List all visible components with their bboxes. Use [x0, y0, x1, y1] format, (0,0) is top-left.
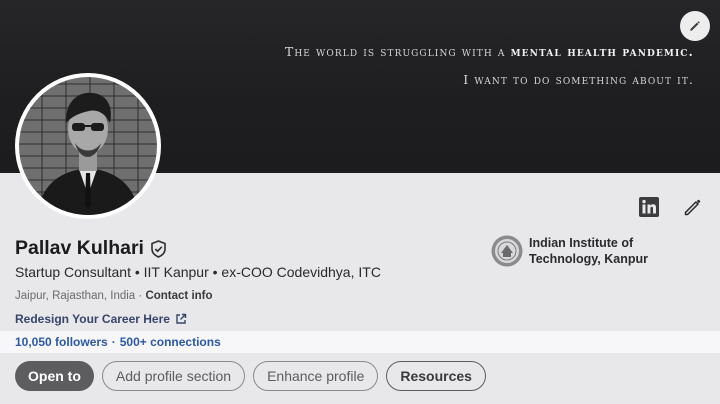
pencil-icon	[684, 199, 701, 216]
banner-quote-line-2: I want to do something about it.	[463, 72, 694, 87]
linkedin-logo-icon	[639, 197, 659, 217]
iit-kanpur-seal-icon	[491, 235, 523, 267]
location-text: Jaipur, Rajasthan, India	[15, 290, 136, 302]
pencil-icon	[690, 21, 700, 31]
education-entry[interactable]: Indian Institute of Technology, Kanpur	[491, 235, 669, 267]
open-to-button[interactable]: Open to	[15, 361, 94, 391]
banner-quote-line-1: The world is struggling with a mental he…	[285, 44, 694, 59]
location-separator: ·	[135, 290, 146, 302]
resources-button[interactable]: Resources	[386, 361, 486, 391]
edit-profile-button[interactable]	[681, 195, 705, 219]
network-stats: 10,050 followers · 500+ connections	[15, 335, 221, 349]
website-link-label: Redesign Your Career Here	[15, 312, 170, 326]
verified-shield-icon[interactable]	[150, 239, 167, 258]
profile-name: Pallav Kulhari	[15, 237, 144, 259]
avatar[interactable]	[15, 73, 161, 219]
banner-quote-text: The world is struggling with a	[284, 44, 511, 59]
profile-photo	[19, 77, 157, 215]
profile-headline: Startup Consultant • IIT Kanpur • ex-COO…	[15, 264, 381, 280]
banner-quote-emphasis: mental health pandemic.	[510, 44, 694, 59]
location-row: Jaipur, Rajasthan, India · Contact info	[15, 290, 213, 302]
stats-separator: ·	[111, 335, 116, 349]
profile-actions: Open to Add profile section Enhance prof…	[15, 361, 486, 391]
external-link-icon	[176, 313, 187, 324]
contact-info-link[interactable]: Contact info	[145, 290, 212, 302]
connections-link[interactable]: 500+ connections	[120, 335, 221, 349]
education-name: Indian Institute of Technology, Kanpur	[529, 236, 648, 266]
add-profile-section-button[interactable]: Add profile section	[101, 361, 246, 391]
enhance-profile-button[interactable]: Enhance profile	[253, 361, 379, 391]
followers-link[interactable]: 10,050 followers	[15, 335, 108, 349]
website-link[interactable]: Redesign Your Career Here	[15, 312, 187, 326]
linkedin-icon[interactable]	[638, 196, 660, 218]
person-photo-icon	[37, 92, 139, 215]
edit-banner-button[interactable]	[680, 11, 710, 41]
name-row: Pallav Kulhari	[15, 237, 167, 260]
